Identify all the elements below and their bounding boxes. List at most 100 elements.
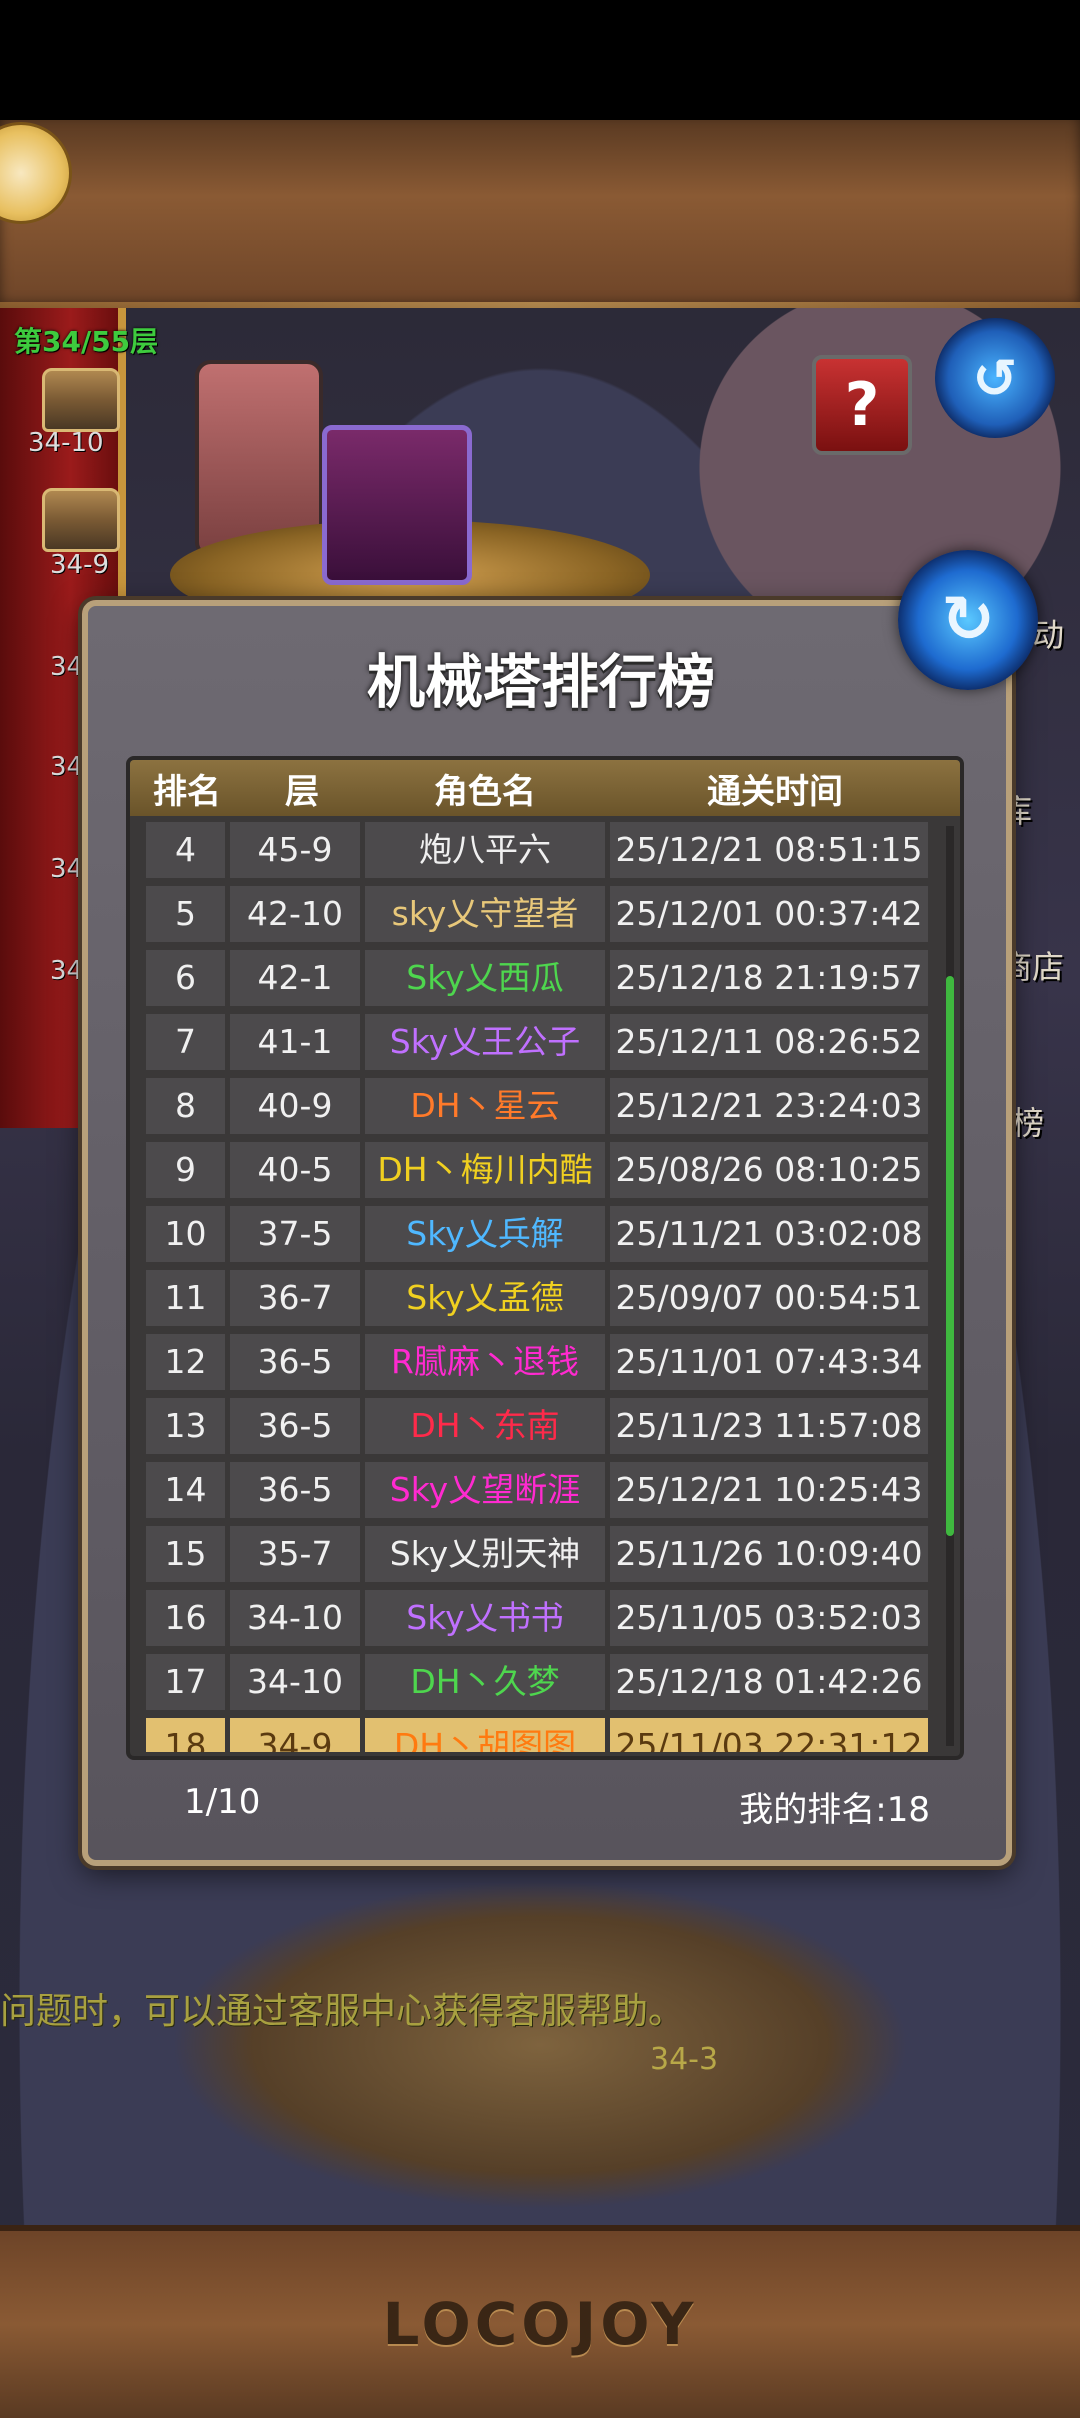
rank-cell: 7	[146, 1014, 225, 1070]
table-row[interactable]: 13 36-5 DH丶东南 25/11/23 11:57:08	[146, 1398, 938, 1454]
table-row[interactable]: 15 35-7 Sky乂别天神 25/11/26 10:09:40	[146, 1526, 938, 1582]
rank-cell: 13	[146, 1398, 225, 1454]
name-cell: Sky乂书书	[365, 1590, 605, 1646]
rank-cell: 18	[146, 1718, 225, 1752]
name-cell: Sky乂孟德	[365, 1270, 605, 1326]
floor-cell: 34-10	[230, 1590, 360, 1646]
time-cell: 25/12/21 10:25:43	[610, 1462, 928, 1518]
name-cell: Sky乂望断涯	[365, 1462, 605, 1518]
rank-cell: 15	[146, 1526, 225, 1582]
time-cell: 25/11/05 03:52:03	[610, 1590, 928, 1646]
name-cell: DH丶梅川内酷	[365, 1142, 605, 1198]
rank-cell: 14	[146, 1462, 225, 1518]
rank-cell: 9	[146, 1142, 225, 1198]
return-arrow-icon: ↺	[972, 346, 1018, 410]
floor-cell: 41-1	[230, 1014, 360, 1070]
name-cell: R腻麻丶退钱	[365, 1334, 605, 1390]
floor-marker: 34-10	[28, 428, 104, 458]
rank-cell: 12	[146, 1334, 225, 1390]
lower-gear-platform	[170, 1880, 910, 2210]
floor-cell: 36-7	[230, 1270, 360, 1326]
table-row[interactable]: 12 36-5 R腻麻丶退钱 25/11/01 07:43:34	[146, 1334, 938, 1390]
time-cell: 25/09/07 00:54:51	[610, 1270, 928, 1326]
top-wood-banner	[0, 120, 1080, 316]
floor-cell: 40-5	[230, 1142, 360, 1198]
table-row[interactable]: 6 42-1 Sky乂西瓜 25/12/18 21:19:57	[146, 950, 938, 1006]
rank-cell: 5	[146, 886, 225, 942]
name-cell: 炮八平六	[365, 822, 605, 878]
rank-cell: 17	[146, 1654, 225, 1710]
locojoy-logo: LOCOJOY	[382, 2290, 698, 2358]
name-cell: DH丶胡图图	[365, 1718, 605, 1752]
floor-marker: 34	[50, 854, 84, 884]
service-notice: 问题时，可以通过客服中心获得客服帮助。	[0, 1991, 685, 2032]
table-row[interactable]: 16 34-10 Sky乂书书 25/11/05 03:52:03	[146, 1590, 938, 1646]
name-cell: sky乂守望者	[365, 886, 605, 942]
modal-title: 机械塔排行榜	[366, 648, 715, 716]
table-row[interactable]: 14 36-5 Sky乂望断涯 25/12/21 10:25:43	[146, 1462, 938, 1518]
time-cell: 25/08/26 08:10:25	[610, 1142, 928, 1198]
return-button[interactable]: ↺	[935, 318, 1055, 438]
floor-cell: 35-7	[230, 1526, 360, 1582]
time-cell: 25/11/23 11:57:08	[610, 1398, 928, 1454]
floor-cell: 34-9	[230, 1718, 360, 1752]
column-header-floor: 层	[285, 771, 319, 812]
treasure-chest-icon[interactable]	[42, 488, 120, 552]
table-row[interactable]: 17 34-10 DH丶久梦 25/12/18 01:42:26	[146, 1654, 938, 1710]
rank-cell: 8	[146, 1078, 225, 1134]
side-menu-ranking[interactable]: 榜	[1012, 1098, 1044, 1144]
close-swirl-icon: ↻	[941, 583, 995, 657]
table-row[interactable]: 11 36-7 Sky乂孟德 25/09/07 00:54:51	[146, 1270, 938, 1326]
floor-cell: 42-10	[230, 886, 360, 942]
floor-marker: 34	[50, 652, 84, 682]
tower-node-label: 34-3	[650, 2042, 719, 2077]
table-scrollbar[interactable]	[946, 826, 954, 1746]
floor-marker: 34	[50, 956, 84, 986]
name-cell: Sky乂王公子	[365, 1014, 605, 1070]
boss-portrait-card[interactable]	[322, 425, 472, 585]
ranking-rows[interactable]: 4 45-9 炮八平六 25/12/21 08:51:15 5 42-10 sky乂守望者 2…	[146, 822, 938, 1752]
rank-cell: 10	[146, 1206, 225, 1262]
floor-cell: 34-10	[230, 1654, 360, 1710]
status-bar-area	[0, 0, 1080, 120]
floor-marker: 34-9	[50, 550, 110, 580]
time-cell: 25/12/21 08:51:15	[610, 822, 928, 878]
floor-cell: 40-9	[230, 1078, 360, 1134]
name-cell: DH丶东南	[365, 1398, 605, 1454]
time-cell: 25/12/18 01:42:26	[610, 1654, 928, 1710]
column-header-rank: 排名	[153, 771, 221, 812]
floor-cell: 42-1	[230, 950, 360, 1006]
time-cell: 25/12/21 23:24:03	[610, 1078, 928, 1134]
floor-cell: 45-9	[230, 822, 360, 878]
rank-cell: 4	[146, 822, 225, 878]
rank-cell: 11	[146, 1270, 225, 1326]
scrollbar-thumb[interactable]	[946, 976, 954, 1536]
table-row[interactable]: 5 42-10 sky乂守望者 25/12/01 00:37:42	[146, 886, 938, 942]
table-row[interactable]: 8 40-9 DH丶星云 25/12/21 23:24:03	[146, 1078, 938, 1134]
time-cell: 25/11/03 22:31:12	[610, 1718, 928, 1752]
table-header: 排名 层 角色名 通关时间	[130, 760, 960, 816]
floor-marker: 34	[50, 752, 84, 782]
time-cell: 25/12/18 21:19:57	[610, 950, 928, 1006]
floor-indicator: 第34/55层	[14, 325, 159, 358]
floor-cell: 36-5	[230, 1462, 360, 1518]
treasure-chest-icon[interactable]	[42, 368, 120, 432]
table-row[interactable]: 9 40-5 DH丶梅川内酷 25/08/26 08:10:25	[146, 1142, 938, 1198]
my-rank-label: 我的排名:18	[739, 1790, 930, 1830]
time-cell: 25/12/01 00:37:42	[610, 886, 928, 942]
time-cell: 25/12/11 08:26:52	[610, 1014, 928, 1070]
floor-cell: 37-5	[230, 1206, 360, 1262]
rank-cell: 16	[146, 1590, 225, 1646]
close-button[interactable]: ↻	[898, 550, 1038, 690]
help-button[interactable]: ?	[812, 355, 912, 455]
name-cell: Sky乂别天神	[365, 1526, 605, 1582]
table-row[interactable]: 4 45-9 炮八平六 25/12/21 08:51:15	[146, 822, 938, 878]
table-row[interactable]: 7 41-1 Sky乂王公子 25/12/11 08:26:52	[146, 1014, 938, 1070]
my-ranking-row[interactable]: 18 34-9 DH丶胡图图 25/11/03 22:31:12	[146, 1718, 938, 1752]
column-header-name: 角色名	[434, 771, 536, 812]
name-cell: DH丶久梦	[365, 1654, 605, 1710]
table-row[interactable]: 10 37-5 Sky乂兵解 25/11/21 03:02:08	[146, 1206, 938, 1262]
column-header-time: 通关时间	[707, 771, 843, 812]
page-indicator: 1/10	[184, 1782, 261, 1822]
time-cell: 25/11/21 03:02:08	[610, 1206, 928, 1262]
